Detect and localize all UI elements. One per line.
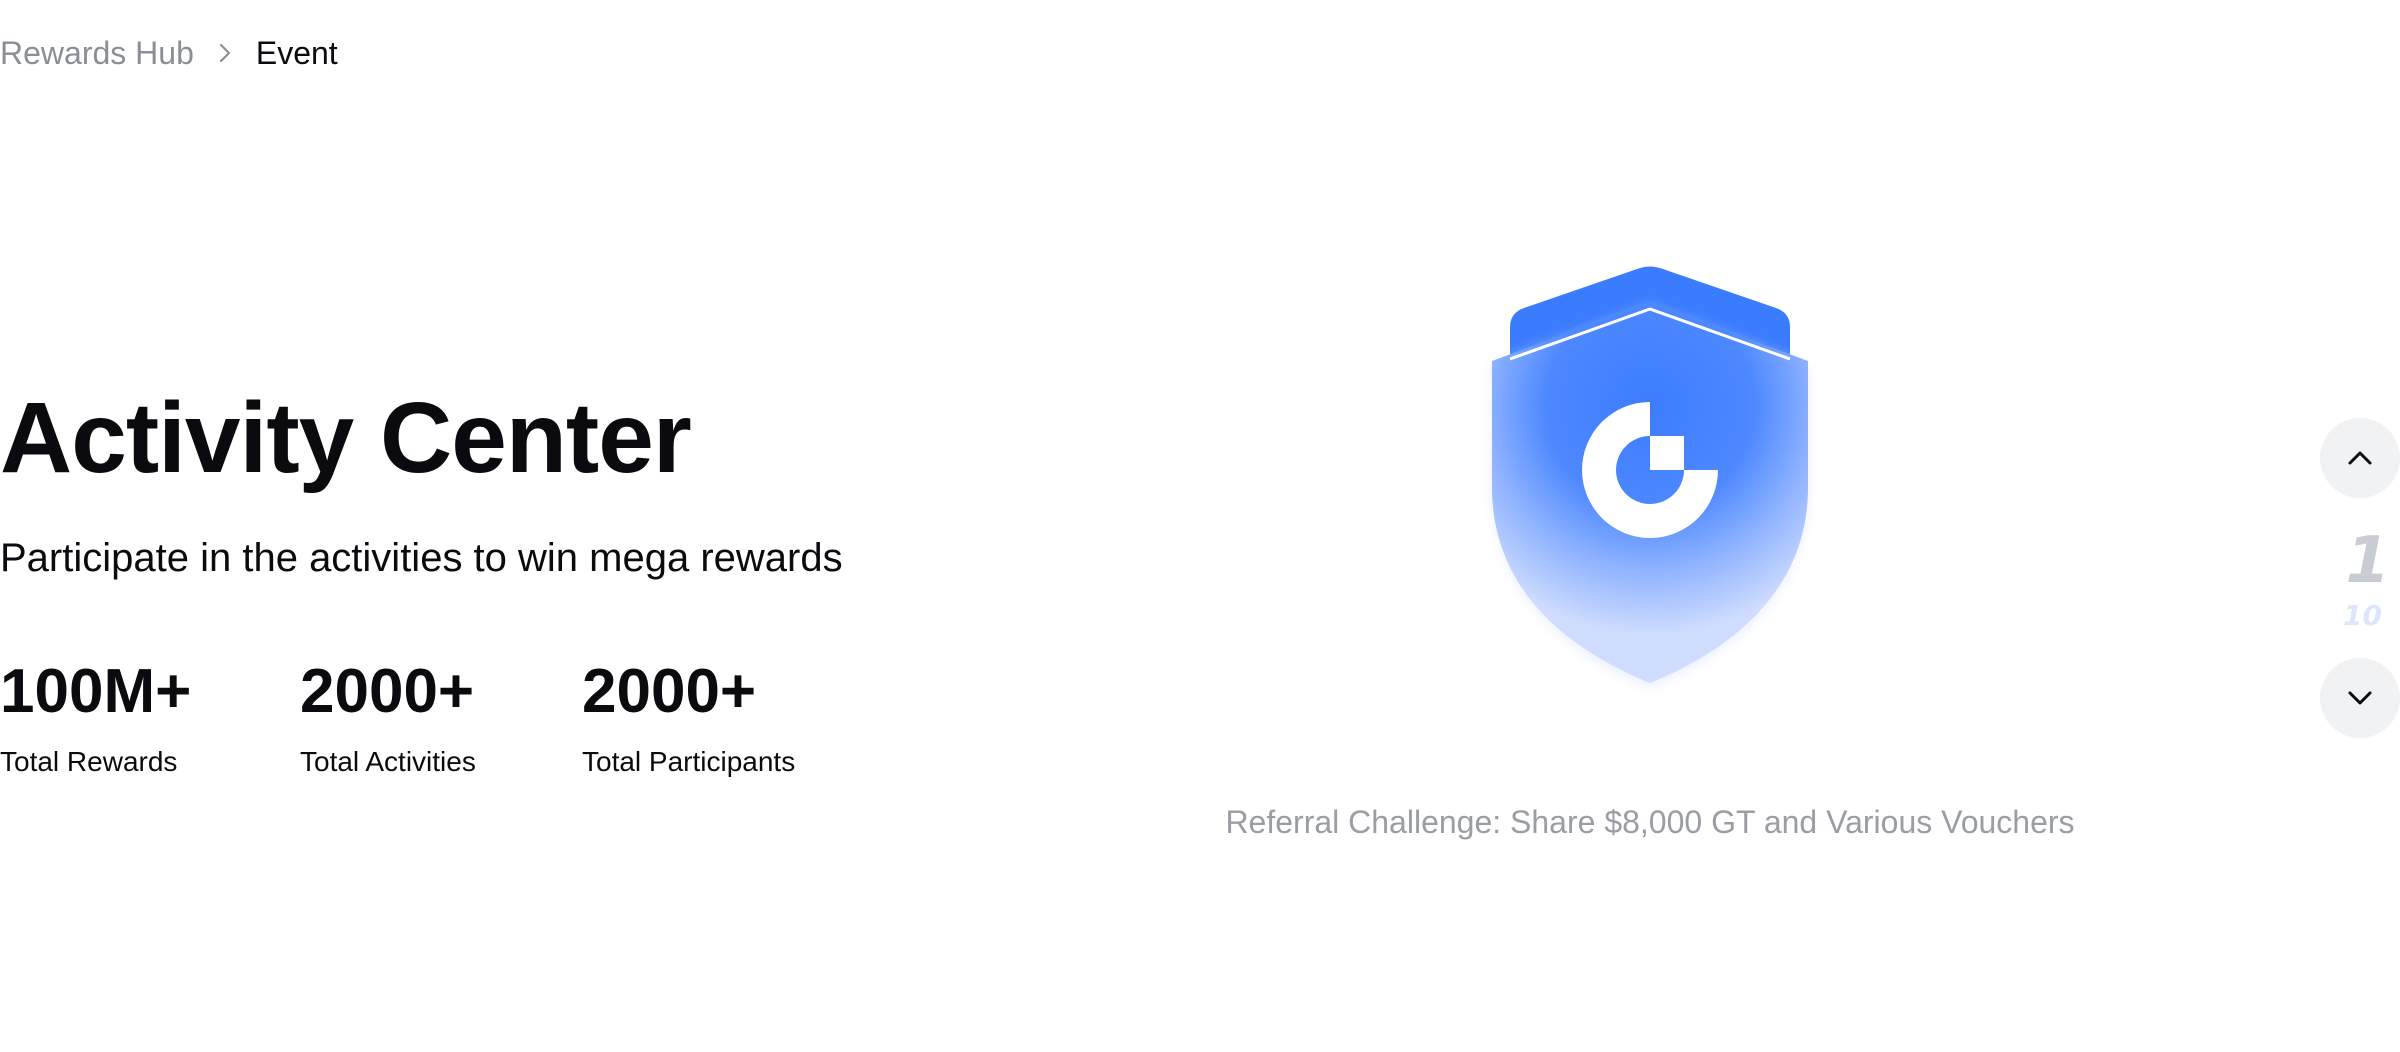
activity-center-page: Rewards Hub Event Activity Center Partic… (0, 0, 2400, 1052)
banner-caption-link[interactable]: Referral Challenge: Share $8,000 GT and … (1100, 796, 2200, 848)
pager-current-index: 1 (2345, 524, 2390, 598)
page-subtitle: Participate in the activities to win meg… (0, 536, 843, 580)
breadcrumb: Rewards Hub Event (0, 30, 338, 76)
chevron-down-icon (2348, 691, 2372, 705)
stat-total-rewards: 100M+ Total Rewards (0, 652, 300, 782)
stat-label: Total Activities (300, 746, 476, 777)
shield-logo-icon (1492, 266, 1808, 687)
pager-prev-button[interactable] (2320, 418, 2400, 498)
stat-value: 2000+ (300, 657, 475, 726)
pager-next-button[interactable] (2320, 658, 2400, 738)
chevron-right-icon (194, 30, 256, 76)
stat-label: Total Participants (582, 746, 796, 777)
breadcrumb-rewards-hub-link[interactable]: Rewards Hub (0, 35, 194, 72)
stat-value: 2000+ (582, 657, 757, 726)
stat-value: 100M+ (0, 657, 192, 726)
stat-label: Total Rewards (0, 746, 178, 777)
stats-row: 100M+ Total Rewards 2000+ Total Activiti… (0, 652, 882, 782)
banner-image[interactable] (1460, 255, 1840, 705)
stat-total-activities: 2000+ Total Activities (300, 652, 582, 782)
chevron-up-icon (2348, 451, 2372, 465)
pager-total-count: 10 (2343, 599, 2382, 632)
breadcrumb-current: Event (255, 34, 338, 71)
page-title: Activity Center (0, 382, 692, 494)
stat-total-participants: 2000+ Total Participants (582, 652, 882, 782)
